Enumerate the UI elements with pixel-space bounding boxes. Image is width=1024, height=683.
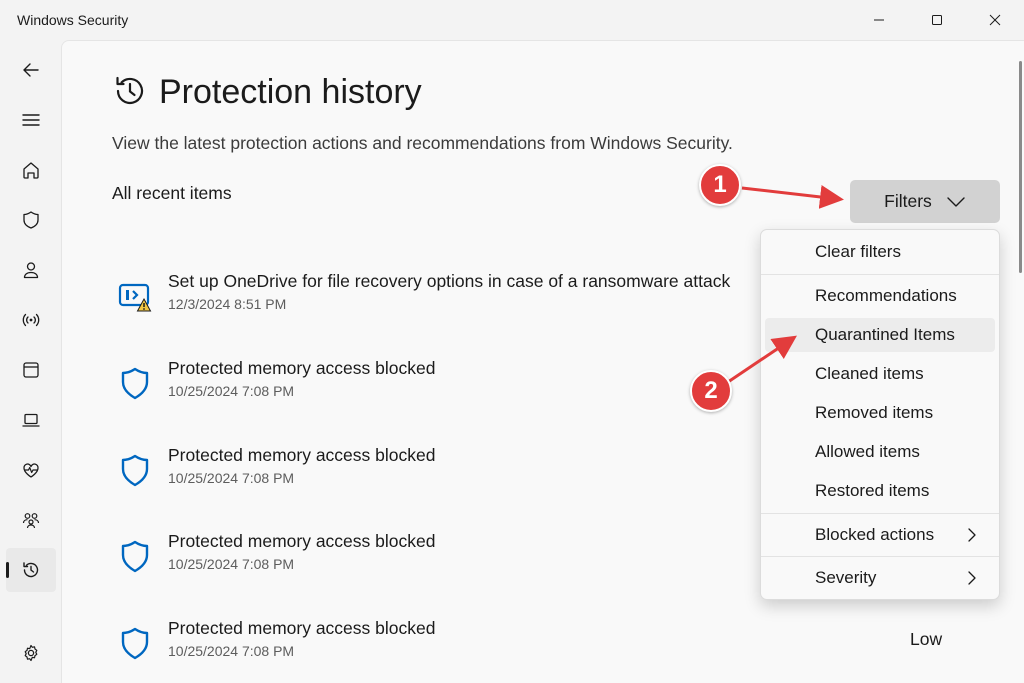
laptop-icon — [22, 413, 40, 427]
nav-app-browser-control[interactable] — [6, 348, 56, 392]
item-date: 10/25/2024 7:08 PM — [168, 556, 295, 572]
menu-divider — [761, 274, 999, 275]
nav-virus-protection[interactable] — [6, 198, 56, 242]
minimize-icon — [874, 19, 884, 21]
filters-label: Filters — [884, 191, 932, 211]
gear-icon — [24, 644, 38, 662]
history-item[interactable]: Set up OneDrive for file recovery option… — [112, 269, 832, 329]
menu-item-quarantined-items[interactable]: Quarantined Items — [765, 318, 995, 352]
scrollbar[interactable] — [1019, 61, 1022, 273]
menu-item-removed-items[interactable]: Removed items — [765, 396, 995, 430]
filters-menu: Clear filters Recommendations Quarantine… — [760, 229, 1000, 600]
menu-divider — [761, 513, 999, 514]
title-bar: Windows Security — [0, 0, 1024, 40]
main-content: Protection history View the latest prote… — [61, 40, 1024, 683]
shield-icon — [121, 627, 149, 660]
step-badge-1: 1 — [699, 164, 741, 206]
item-title: Protected memory access blocked — [168, 358, 436, 378]
minimize-button[interactable] — [856, 0, 902, 40]
nav-firewall-network[interactable] — [6, 298, 56, 342]
item-date: 12/3/2024 8:51 PM — [168, 296, 287, 312]
item-date: 10/25/2024 7:08 PM — [168, 470, 295, 486]
menu-button[interactable] — [6, 98, 56, 142]
wireless-icon — [22, 313, 40, 327]
menu-item-recommendations[interactable]: Recommendations — [765, 279, 995, 313]
step-badge-2: 2 — [690, 370, 732, 412]
family-icon — [22, 513, 40, 529]
history-item[interactable]: Protected memory access blocked 10/25/20… — [112, 443, 832, 503]
nav-account-protection[interactable] — [6, 248, 56, 292]
shield-icon — [121, 367, 149, 400]
chevron-right-icon — [968, 528, 976, 542]
nav-protection-history[interactable] — [6, 548, 56, 592]
back-arrow-icon — [23, 63, 39, 77]
navigation-rail — [0, 40, 61, 683]
app-window-icon — [23, 362, 39, 378]
nav-settings[interactable] — [6, 631, 56, 675]
item-title: Protected memory access blocked — [168, 531, 436, 551]
history-icon — [23, 562, 39, 578]
page-description: View the latest protection actions and r… — [112, 133, 733, 153]
shield-icon — [23, 211, 39, 229]
nav-home[interactable] — [6, 148, 56, 192]
shield-icon — [121, 454, 149, 487]
chevron-down-icon — [947, 196, 965, 207]
person-icon — [23, 262, 39, 279]
page-title: Protection history — [159, 73, 422, 111]
close-icon — [989, 14, 1001, 26]
item-date: 10/25/2024 7:08 PM — [168, 643, 295, 659]
home-icon — [23, 162, 39, 179]
selected-indicator — [6, 562, 9, 578]
section-label: All recent items — [112, 183, 232, 203]
history-icon — [116, 76, 144, 105]
severity-value: Low — [910, 629, 943, 649]
history-item[interactable]: Protected memory access blocked 10/25/20… — [112, 616, 832, 676]
back-button[interactable] — [6, 48, 56, 92]
menu-item-blocked-actions[interactable]: Blocked actions — [765, 518, 995, 552]
item-title: Protected memory access blocked — [168, 618, 436, 638]
nav-device-performance[interactable] — [6, 448, 56, 492]
menu-item-severity[interactable]: Severity — [765, 561, 995, 595]
heart-pulse-icon — [23, 463, 39, 478]
shield-icon — [121, 540, 149, 573]
blocked-actions-label: Blocked actions — [815, 525, 935, 544]
menu-item-allowed-items[interactable]: Allowed items — [765, 435, 995, 469]
menu-item-cleaned-items[interactable]: Cleaned items — [765, 357, 995, 391]
menu-item-restored-items[interactable]: Restored items — [765, 474, 995, 508]
nav-device-security[interactable] — [6, 398, 56, 442]
onedrive-warning-icon — [118, 283, 152, 312]
item-date: 10/25/2024 7:08 PM — [168, 383, 295, 399]
app-title: Windows Security — [17, 12, 129, 28]
menu-item-clear-filters[interactable]: Clear filters — [765, 235, 995, 269]
severity-label: Severity — [815, 568, 877, 587]
filters-button[interactable]: Filters — [850, 180, 1000, 223]
hamburger-icon — [22, 114, 40, 126]
close-button[interactable] — [972, 0, 1018, 40]
item-title: Protected memory access blocked — [168, 445, 436, 465]
menu-divider — [761, 556, 999, 557]
maximize-button[interactable] — [914, 0, 960, 40]
nav-family-options[interactable] — [6, 498, 56, 542]
history-item[interactable]: Protected memory access blocked 10/25/20… — [112, 529, 832, 589]
maximize-icon — [932, 15, 942, 25]
chevron-right-icon — [968, 571, 976, 585]
item-title: Set up OneDrive for file recovery option… — [168, 271, 731, 291]
